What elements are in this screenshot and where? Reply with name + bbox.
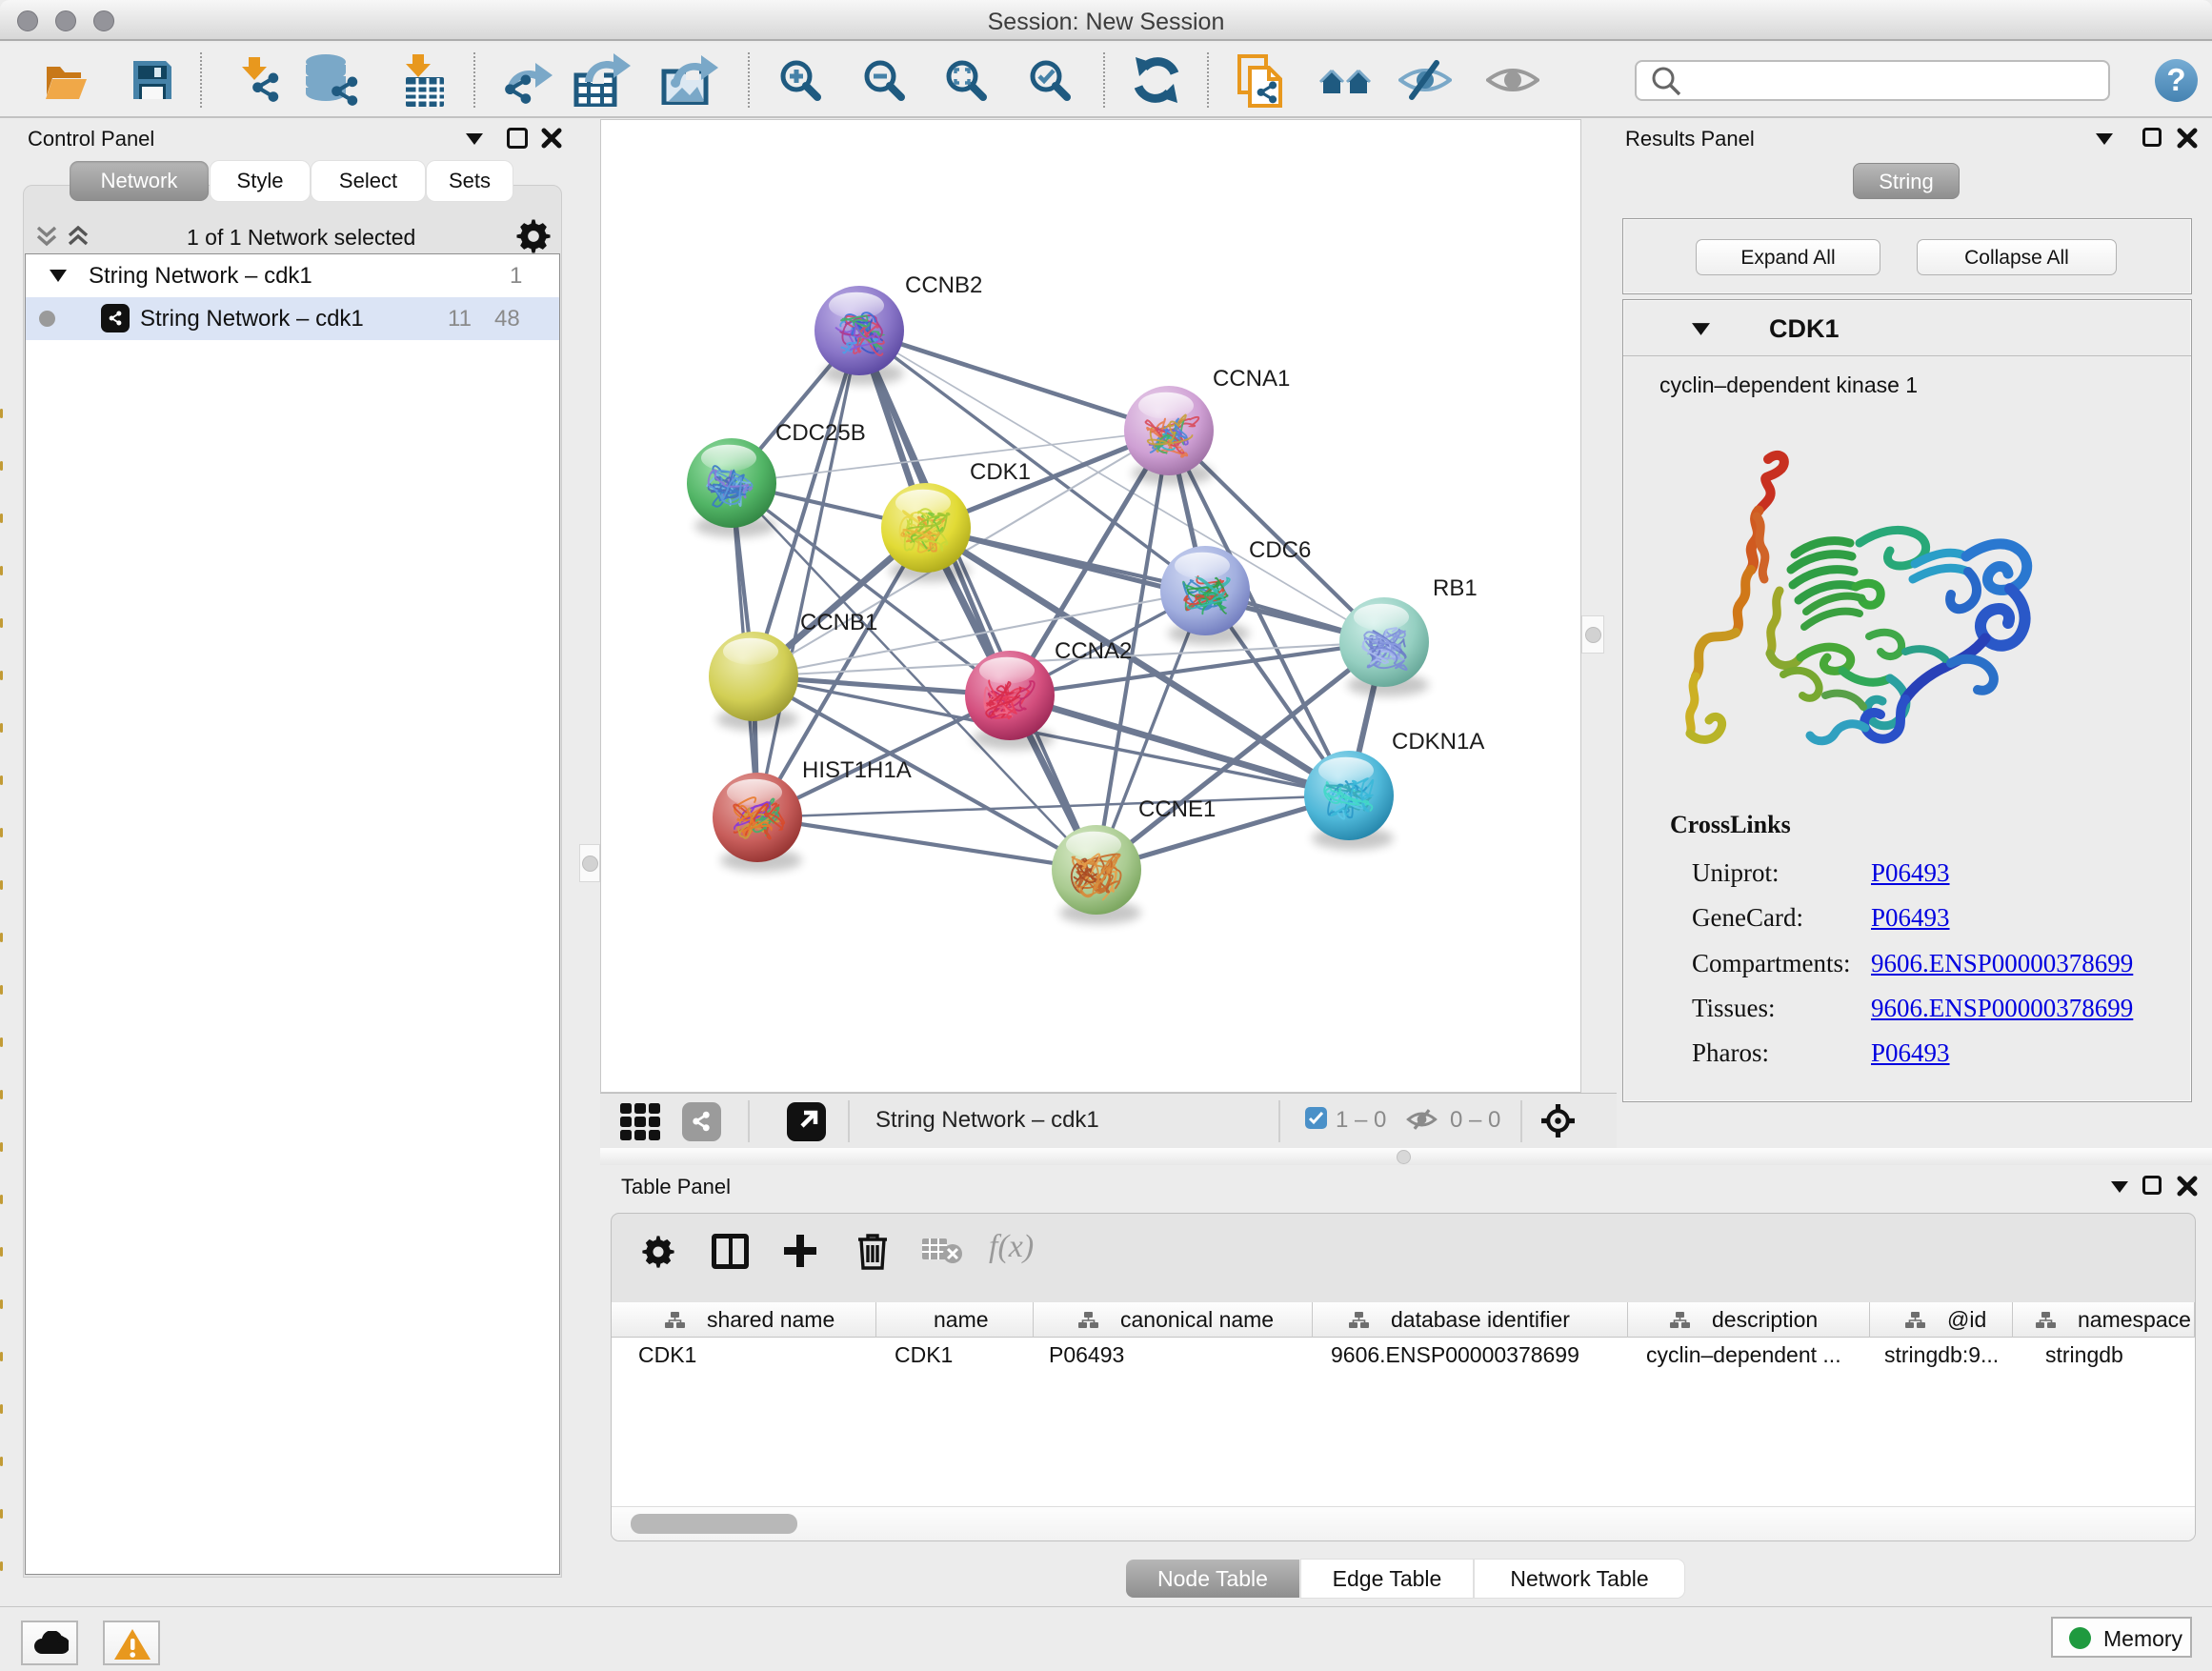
svg-text:CDC25B: CDC25B bbox=[775, 420, 866, 446]
svg-text:CDC6: CDC6 bbox=[1249, 537, 1311, 563]
svg-text:RB1: RB1 bbox=[1433, 575, 1478, 601]
svg-text:CDK1: CDK1 bbox=[970, 459, 1031, 485]
svg-text:CCNA1: CCNA1 bbox=[1213, 366, 1290, 392]
svg-text:CCNE1: CCNE1 bbox=[1138, 796, 1216, 822]
svg-text:CDKN1A: CDKN1A bbox=[1392, 729, 1484, 755]
svg-text:HIST1H1A: HIST1H1A bbox=[802, 757, 912, 783]
svg-text:CCNA2: CCNA2 bbox=[1055, 638, 1132, 664]
svg-text:CCNB1: CCNB1 bbox=[800, 610, 877, 635]
svg-text:CCNB2: CCNB2 bbox=[905, 272, 982, 298]
